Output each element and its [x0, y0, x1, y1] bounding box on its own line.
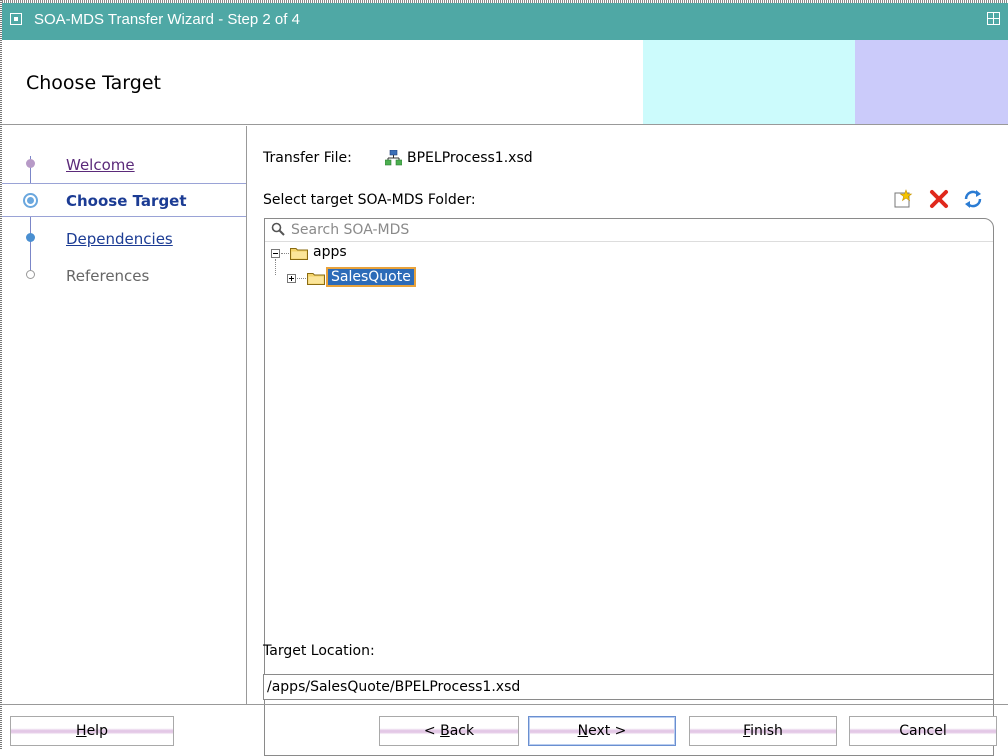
tree-node-salesquote[interactable]: SalesQuote [265, 259, 525, 289]
header-decoration-band-cyan [643, 40, 855, 124]
train-step-references: References [2, 259, 246, 293]
tree-node-label: apps [313, 244, 347, 260]
next-button-label-post: ext > [588, 723, 627, 739]
finish-button[interactable]: Finish [689, 716, 837, 746]
wizard-train: Welcome Choose Target Dependencies Refer… [2, 126, 246, 704]
transfer-file-name: BPELProcess1.xsd [407, 150, 533, 166]
back-button-label-pre: < [423, 723, 441, 739]
train-step-welcome[interactable]: Welcome [2, 148, 246, 182]
schema-icon [385, 150, 402, 166]
finish-button-label-post: inish [750, 723, 783, 739]
visited-step-icon [26, 159, 35, 168]
wizard-header: Choose Target [2, 40, 1008, 124]
train-step-label[interactable]: Welcome [66, 156, 135, 174]
target-location-field[interactable] [263, 674, 994, 700]
disabled-step-icon [26, 270, 35, 279]
next-button[interactable]: Next > [528, 716, 676, 746]
refresh-icon[interactable] [962, 188, 984, 210]
tree-connector [275, 259, 276, 275]
target-location-label: Target Location: [263, 643, 375, 659]
header-decoration-band-lavender [855, 40, 1008, 124]
tree-node-apps[interactable]: apps [265, 243, 465, 265]
help-button-mnemonic: H [76, 723, 87, 739]
footer-divider [2, 704, 1008, 705]
train-step-dependencies[interactable]: Dependencies [2, 222, 246, 256]
expand-icon[interactable] [287, 274, 296, 283]
search-bar [265, 219, 993, 242]
cancel-button-label: Cancel [899, 723, 947, 739]
search-icon [271, 222, 285, 236]
transfer-file-label: Transfer File: [263, 150, 352, 166]
page-title: Choose Target [26, 72, 161, 94]
folder-icon [307, 273, 325, 285]
folder-icon [290, 248, 308, 260]
window-menu-icon[interactable] [10, 13, 22, 25]
search-input[interactable] [291, 220, 981, 240]
help-button-label-post: elp [86, 723, 108, 739]
delete-icon[interactable] [928, 188, 950, 210]
train-step-choose-target: Choose Target [2, 183, 246, 217]
title-bar[interactable]: SOA-MDS Transfer Wizard - Step 2 of 4 [2, 3, 1008, 40]
wizard-content: Transfer File: BPELProcess1.xsd Select t… [247, 126, 1008, 756]
current-step-icon [23, 193, 38, 208]
header-divider [2, 124, 1008, 125]
collapse-icon[interactable] [271, 249, 280, 258]
train-step-label: Choose Target [66, 192, 187, 210]
train-step-label[interactable]: Dependencies [66, 230, 173, 248]
next-step-icon [26, 233, 35, 242]
window-title: SOA-MDS Transfer Wizard - Step 2 of 4 [34, 11, 300, 28]
tree-connector [281, 253, 289, 255]
tree-connector [297, 278, 306, 280]
new-folder-icon[interactable] [892, 188, 914, 210]
back-button[interactable]: < Back [379, 716, 519, 746]
back-button-mnemonic: B [440, 723, 450, 739]
tree-node-label: SalesQuote [326, 267, 416, 287]
help-button[interactable]: Help [10, 716, 174, 746]
train-step-label: References [66, 267, 150, 285]
back-button-label-post: ack [449, 723, 475, 739]
cancel-button[interactable]: Cancel [849, 716, 997, 746]
target-folder-label: Select target SOA-MDS Folder: [263, 192, 476, 208]
maximize-icon[interactable] [987, 12, 1000, 25]
next-button-mnemonic: N [577, 723, 589, 739]
